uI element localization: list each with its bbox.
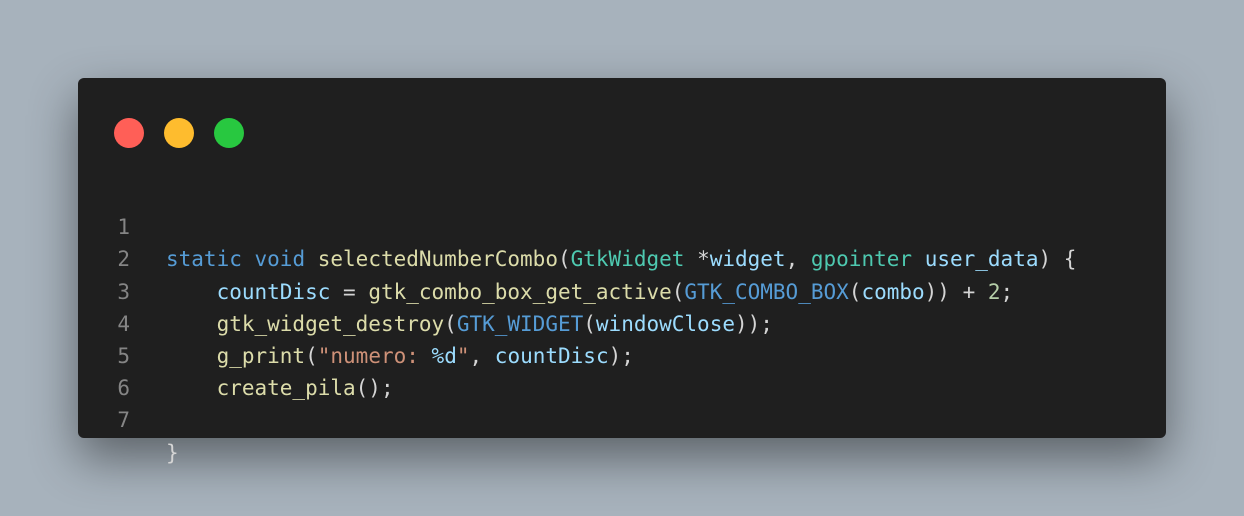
code-block: 1 static void selectedNumberCombo(GtkWid… <box>78 179 1166 464</box>
line-number: 7 <box>117 408 130 433</box>
code-line: 7 } <box>78 372 1166 464</box>
maximize-dot-icon[interactable] <box>214 118 244 148</box>
code-line: 5 create_pila(); <box>78 308 1166 400</box>
code-line: 6 <box>78 340 1166 400</box>
minimize-dot-icon[interactable] <box>164 118 194 148</box>
code-line: 2 countDisc = gtk_combo_box_get_active(G… <box>78 211 1166 303</box>
code-text: } <box>166 437 179 469</box>
code-line: 4 g_print("numero: %d", countDisc); <box>78 276 1166 368</box>
code-line: 3 gtk_widget_destroy(GTK_WIDGET(windowCl… <box>78 243 1166 336</box>
close-dot-icon[interactable] <box>114 118 144 148</box>
code-window: 1 static void selectedNumberCombo(GtkWid… <box>78 78 1166 465</box>
code-token-plain: } <box>166 440 179 465</box>
code-line: 1 static void selectedNumberCombo(GtkWid… <box>78 179 1166 271</box>
